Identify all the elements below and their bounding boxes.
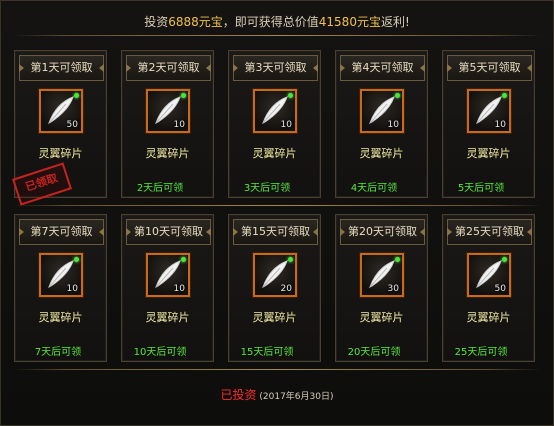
card-title: 第20天可领取 <box>340 219 425 245</box>
item-name: 灵翼碎片 <box>252 311 297 324</box>
claim-countdown-day-3: 3天后可领 <box>243 183 291 194</box>
quality-dot <box>502 93 507 98</box>
card-title: 第2天可领取 <box>126 55 211 81</box>
quality-dot <box>288 93 293 98</box>
item-slot[interactable]: 10 <box>253 89 297 133</box>
banner-middle: ，即可获得总价值 <box>222 15 319 29</box>
investment-status: 已投资 (2017年6月30日) <box>0 386 554 403</box>
card-title: 第5天可领取 <box>447 55 532 81</box>
item-name: 灵翼碎片 <box>252 147 297 160</box>
item-quantity: 10 <box>66 284 78 294</box>
item-slot[interactable]: 30 <box>360 253 404 297</box>
item-quantity: 10 <box>387 120 399 130</box>
quality-dot <box>181 257 186 262</box>
item-name: 灵翼碎片 <box>38 311 83 324</box>
claim-countdown-day-2: 2天后可领 <box>136 183 184 194</box>
quality-dot <box>74 257 79 262</box>
item-name: 灵翼碎片 <box>145 147 190 160</box>
quality-dot <box>181 93 186 98</box>
item-name: 灵翼碎片 <box>466 311 511 324</box>
card-title: 第7天可领取 <box>19 219 104 245</box>
item-slot[interactable]: 50 <box>467 253 511 297</box>
item-quantity: 10 <box>280 120 292 130</box>
claim-countdown-day-20: 20天后可领 <box>347 347 401 358</box>
item-slot[interactable]: 10 <box>39 253 83 297</box>
banner-suffix: 返利! <box>380 15 410 29</box>
quality-dot <box>74 93 79 98</box>
quality-dot <box>395 257 400 262</box>
reward-card-day-10: 第10天可领取 10 灵翼碎片 <box>121 214 214 362</box>
row-divider <box>12 205 542 206</box>
item-slot[interactable]: 10 <box>360 89 404 133</box>
claim-countdown-day-5: 5天后可领 <box>457 183 505 194</box>
claim-countdown-day-15: 15天后可领 <box>240 347 294 358</box>
quality-dot <box>395 93 400 98</box>
card-title: 第3天可领取 <box>233 55 318 81</box>
card-title: 第4天可领取 <box>340 55 425 81</box>
reward-card-day-20: 第20天可领取 30 灵翼碎片 <box>335 214 428 362</box>
item-name: 灵翼碎片 <box>359 311 404 324</box>
reward-card-day-15: 第15天可领取 20 灵翼碎片 <box>228 214 321 362</box>
top-divider <box>12 35 542 36</box>
footer-divider <box>12 369 542 370</box>
claim-countdown-day-10: 10天后可领 <box>133 347 187 358</box>
item-quantity: 50 <box>494 284 506 294</box>
item-quantity: 10 <box>494 120 506 130</box>
item-slot[interactable]: 10 <box>146 89 190 133</box>
reward-card-day-4: 第4天可领取 10 灵翼碎片 <box>335 50 428 198</box>
item-slot[interactable]: 20 <box>253 253 297 297</box>
item-slot[interactable]: 10 <box>146 253 190 297</box>
card-title: 第1天可领取 <box>19 55 104 81</box>
banner-prefix: 投资 <box>144 15 169 29</box>
investment-banner: 投资6888元宝，即可获得总价值41580元宝返利! <box>0 13 554 30</box>
claim-countdown-day-7: 7天后可领 <box>34 347 82 358</box>
invested-label: 已投资 <box>220 388 257 402</box>
item-name: 灵翼碎片 <box>145 311 190 324</box>
item-quantity: 10 <box>173 120 185 130</box>
reward-card-day-25: 第25天可领取 50 灵翼碎片 <box>442 214 535 362</box>
quality-dot <box>288 257 293 262</box>
reward-card-day-2: 第2天可领取 10 灵翼碎片 <box>121 50 214 198</box>
card-title: 第25天可领取 <box>447 219 532 245</box>
card-title: 第10天可领取 <box>126 219 211 245</box>
card-title: 第15天可领取 <box>233 219 318 245</box>
reward-card-day-5: 第5天可领取 10 灵翼碎片 <box>442 50 535 198</box>
item-name: 灵翼碎片 <box>466 147 511 160</box>
quality-dot <box>502 257 507 262</box>
total-value: 41580元宝 <box>318 15 381 29</box>
claim-countdown-day-25: 25天后可领 <box>454 347 508 358</box>
item-quantity: 10 <box>173 284 185 294</box>
item-quantity: 30 <box>387 284 399 294</box>
reward-card-day-3: 第3天可领取 10 灵翼碎片 <box>228 50 321 198</box>
item-quantity: 20 <box>280 284 292 294</box>
item-slot[interactable]: 10 <box>467 89 511 133</box>
item-quantity: 50 <box>66 120 78 130</box>
item-slot[interactable]: 50 <box>39 89 83 133</box>
item-name: 灵翼碎片 <box>38 147 83 160</box>
reward-card-day-7: 第7天可领取 10 灵翼碎片 <box>14 214 107 362</box>
item-name: 灵翼碎片 <box>359 147 404 160</box>
invest-amount: 6888元宝 <box>168 15 223 29</box>
investment-date: (2017年6月30日) <box>259 392 334 402</box>
claim-countdown-day-4: 4天后可领 <box>350 183 398 194</box>
